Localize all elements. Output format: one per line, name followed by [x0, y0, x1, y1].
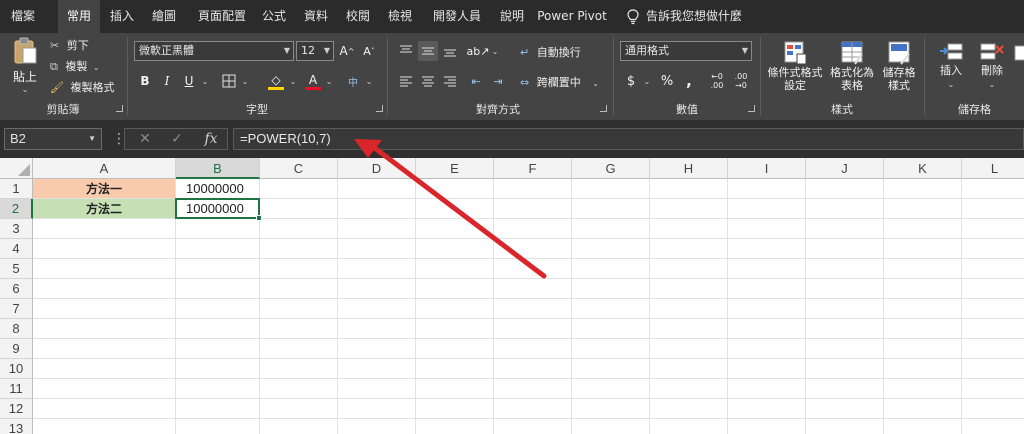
arrow-shaft: [369, 143, 547, 279]
annotation-arrow: [354, 139, 547, 279]
